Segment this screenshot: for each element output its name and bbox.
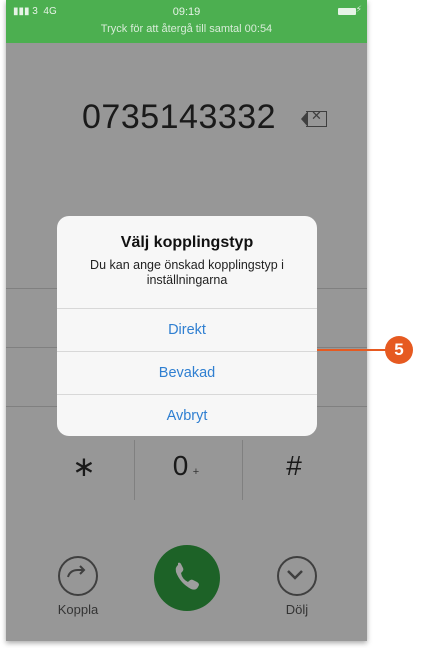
charging-icon: ⚡ — [355, 4, 362, 14]
callout-line — [317, 349, 387, 351]
direct-button[interactable]: Direkt — [57, 308, 317, 351]
dialog-message: Du kan ange önskad kopplingstyp i instäl… — [90, 258, 284, 287]
dialog-title: Välj kopplingstyp — [120, 234, 254, 251]
return-to-call-banner[interactable]: Tryck för att återgå till samtal 00:54 — [6, 23, 367, 35]
callout-badge: 5 — [385, 336, 413, 364]
monitored-button[interactable]: Bevakad — [57, 351, 317, 394]
battery-icon — [338, 8, 356, 15]
cancel-button[interactable]: Avbryt — [57, 394, 317, 436]
status-time: 09:19 — [172, 6, 201, 18]
connection-type-dialog: Välj kopplingstyp Du kan ange önskad kop… — [57, 216, 317, 436]
status-bar[interactable]: ▮▮▮ 3 4G 09:19 ⚡ Tryck för att återgå ti… — [6, 0, 367, 43]
